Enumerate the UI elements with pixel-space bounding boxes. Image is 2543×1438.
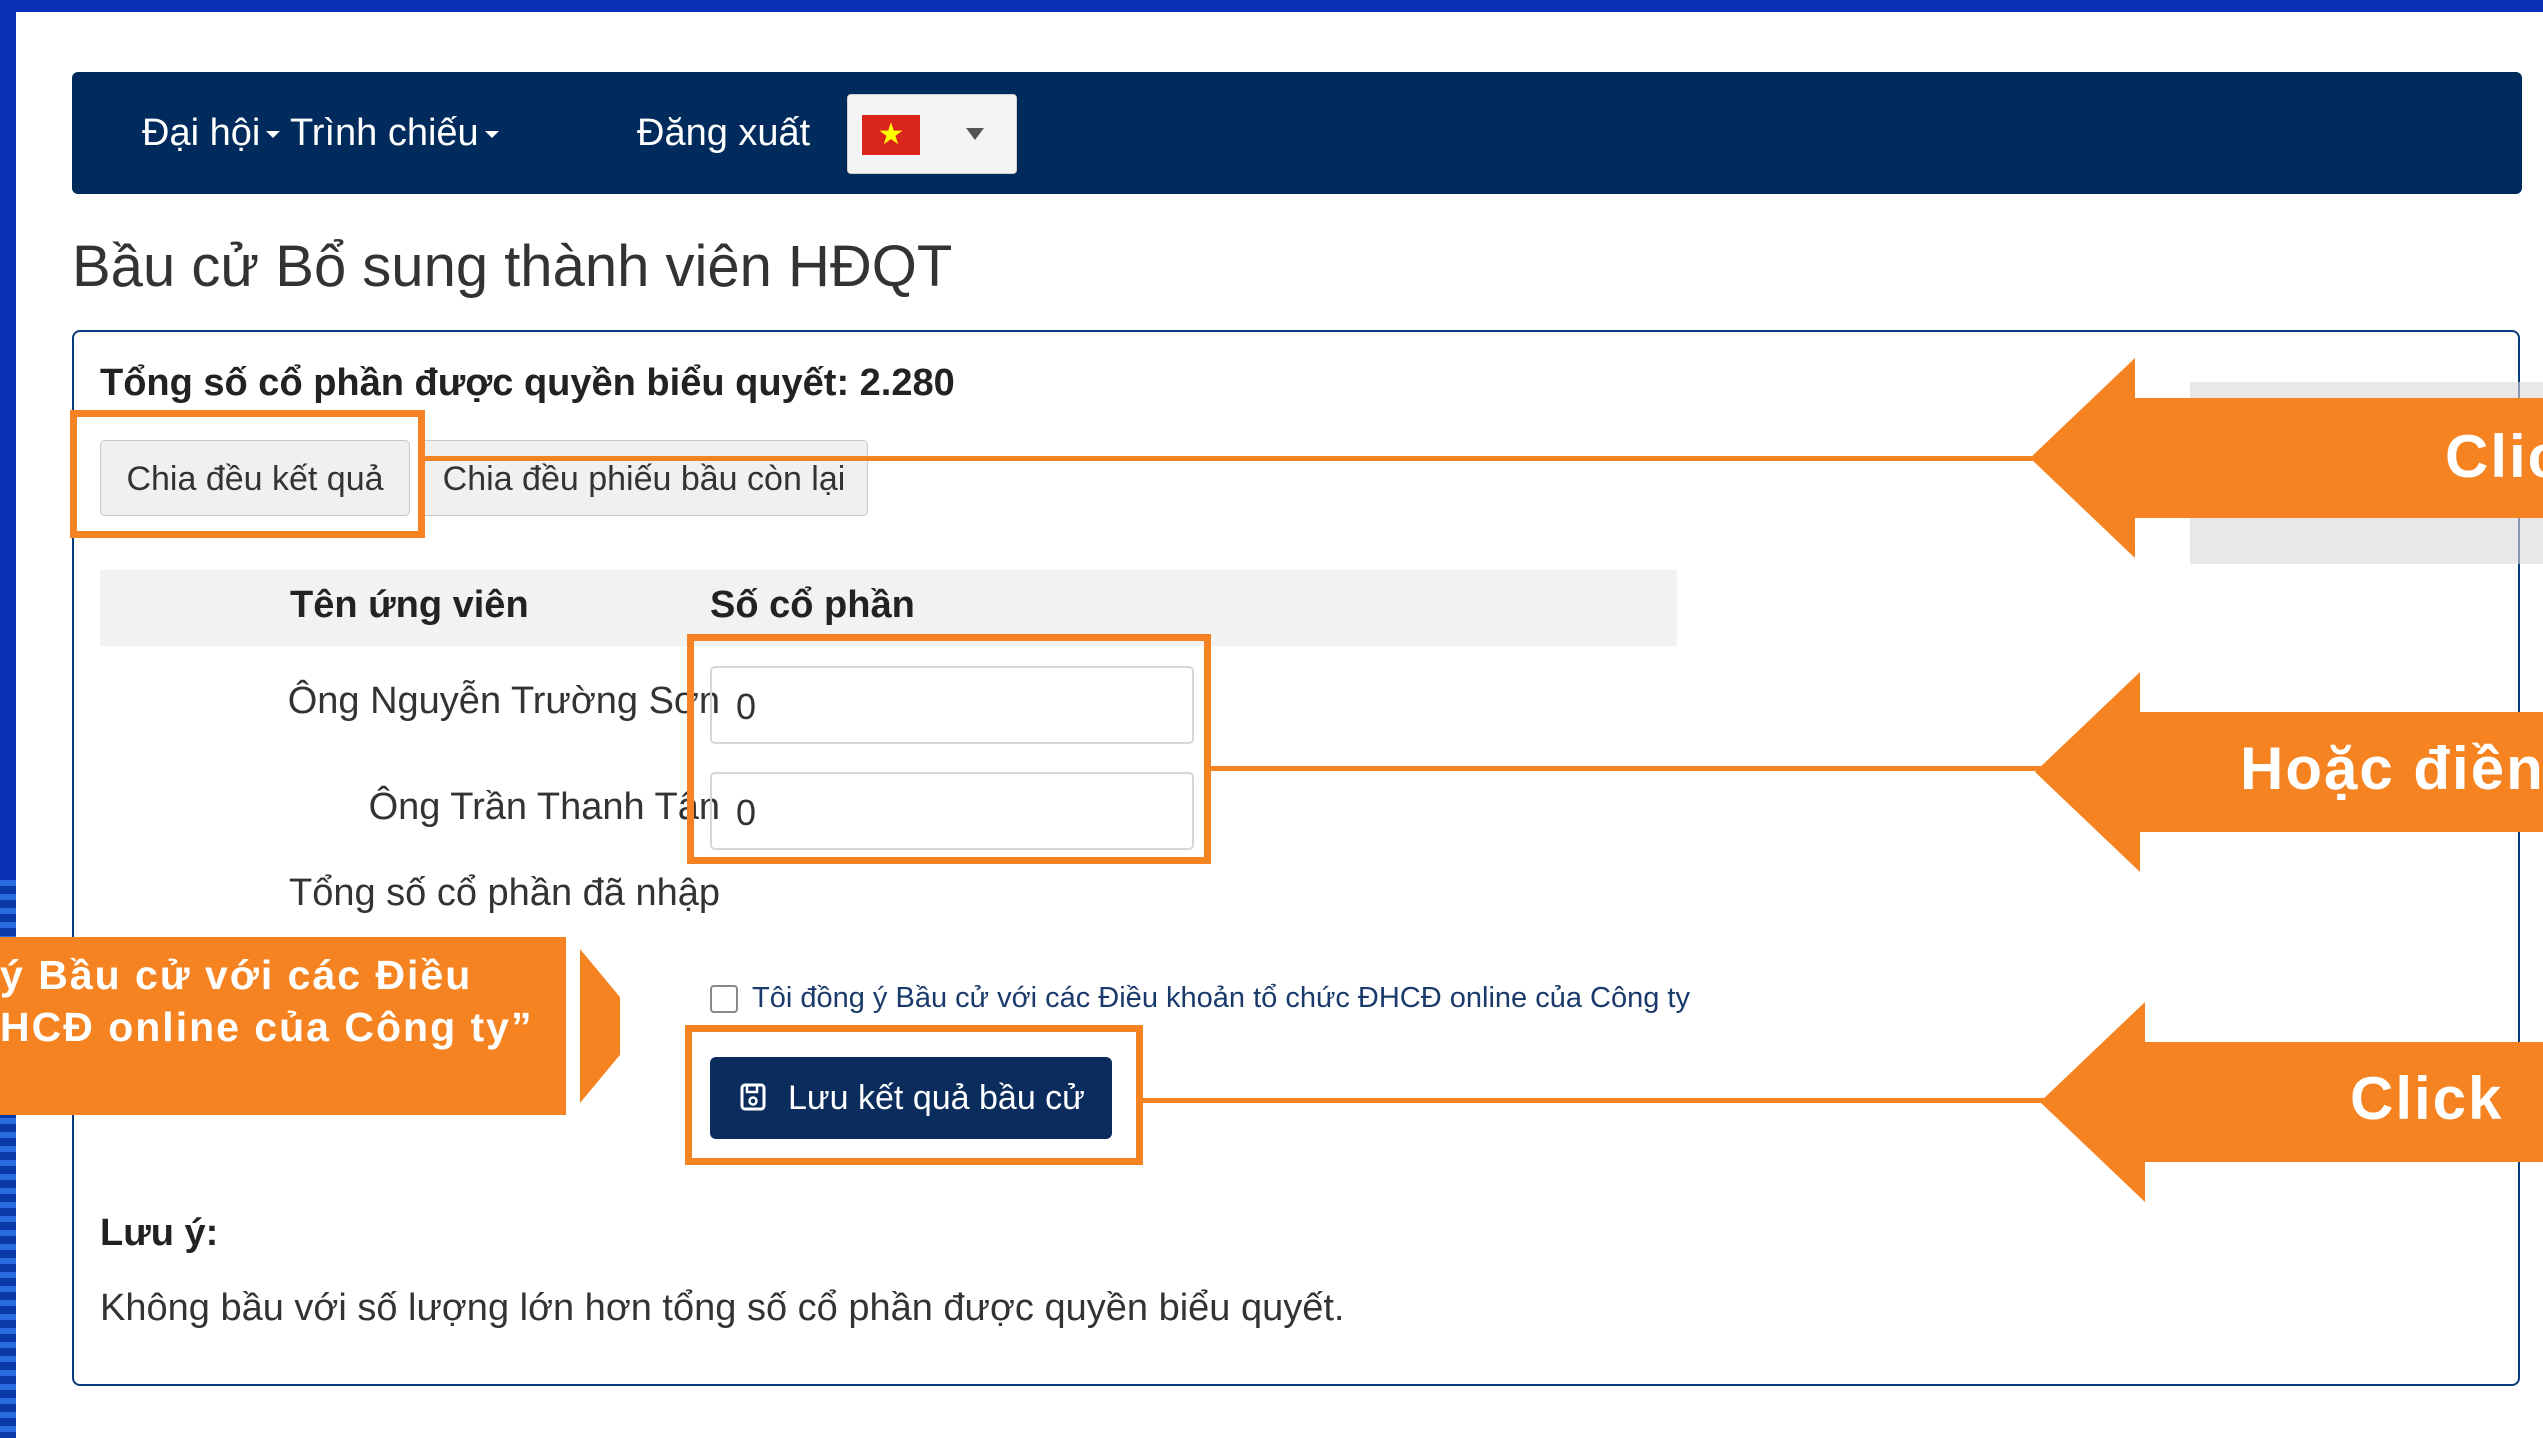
logout-link[interactable]: Đăng xuất (637, 110, 810, 156)
menu-dai-hoi-label: Đại hội (142, 112, 261, 154)
connector-line-3 (1143, 1098, 2053, 1103)
top-navbar: Đại hội Trình chiếu Đăng xuất ★ (72, 72, 2522, 194)
highlight-split-result (70, 410, 425, 538)
candidate-name: Ông Trần Thanh Tân (368, 786, 720, 828)
column-candidate-name: Tên ứng viên (290, 584, 529, 626)
left-callout-note: ý Bầu cử với các Điều HCĐ online của Côn… (0, 937, 644, 1115)
menu-dai-hoi[interactable]: Đại hội (142, 110, 281, 156)
left-callout-line-2: HCĐ online của Công ty” (0, 1004, 534, 1050)
caret-down-icon (266, 131, 281, 139)
arrow-callout-2: Hoặc điền (2035, 672, 2543, 882)
agree-checkbox[interactable] (710, 985, 738, 1014)
connector-line-1 (425, 456, 2045, 461)
arrow-callout-3: Click (2040, 1002, 2543, 1212)
arrow-callout-1-text: Clic (2445, 423, 2543, 490)
arrow-callout-3-text: Click (2350, 1065, 2504, 1132)
chevron-down-icon (966, 128, 984, 140)
note-text: Không bầu với số lượng lớn hơn tổng số c… (100, 1287, 1345, 1329)
vietnam-flag-icon: ★ (862, 115, 920, 155)
candidate-name: Ông Nguyễn Trường Sơn (287, 680, 720, 722)
highlight-shares-inputs (687, 634, 1211, 864)
column-shares: Số cổ phần (710, 584, 915, 626)
total-votes-label: Tổng số cổ phần được quyền biểu quyết: 2… (100, 362, 955, 404)
highlight-save-button (685, 1025, 1143, 1165)
frame-top-border (0, 0, 2543, 12)
menu-trinh-chieu-label: Trình chiếu (290, 112, 479, 154)
frame-left-border (0, 0, 16, 1438)
caret-down-icon (484, 131, 499, 139)
page-title: Bầu cử Bổ sung thành viên HĐQT (72, 234, 953, 299)
left-callout-line-1: ý Bầu cử với các Điều (0, 952, 473, 998)
menu-trinh-chieu[interactable]: Trình chiếu (290, 110, 499, 156)
split-remaining-button[interactable]: Chia đều phiếu bầu còn lại (420, 440, 868, 516)
agree-terms-label[interactable]: Tôi đồng ý Bầu cử với các Điều khoản tổ … (752, 982, 1690, 1014)
arrow-callout-1: Clic (2030, 358, 2543, 568)
arrow-callout-2-text: Hoặc điền (2240, 735, 2543, 802)
total-entered-label: Tổng số cổ phần đã nhập (288, 872, 720, 914)
note-title: Lưu ý: (100, 1212, 219, 1254)
agree-terms-row: Tôi đồng ý Bầu cử với các Điều khoản tổ … (710, 982, 1690, 1015)
connector-line-2 (1211, 766, 2041, 771)
left-callout-text: ý Bầu cử với các Điều HCĐ online của Côn… (0, 949, 570, 1053)
language-select[interactable]: ★ (847, 94, 1017, 174)
